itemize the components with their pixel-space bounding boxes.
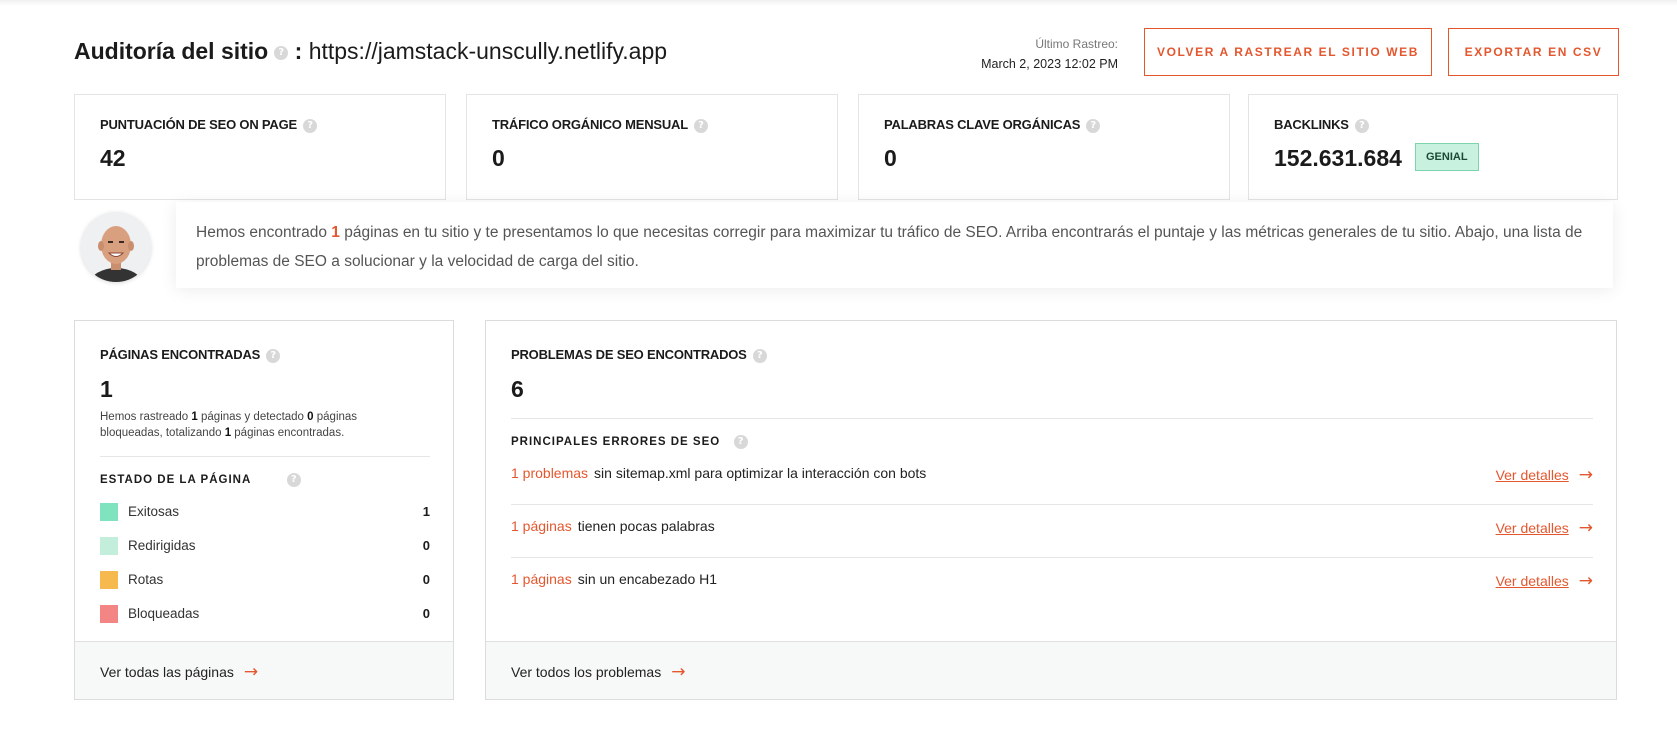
arrow-right-icon: →: [671, 662, 686, 682]
panel-title: PROBLEMAS DE SEO ENCONTRADOS?: [511, 347, 767, 363]
export-csv-button[interactable]: EXPORTAR EN CSV: [1448, 28, 1619, 76]
view-details-link[interactable]: Ver detalles →: [1496, 465, 1593, 485]
recrawl-button[interactable]: VOLVER A RASTREAR EL SITIO WEB: [1144, 28, 1432, 76]
help-icon[interactable]: ?: [752, 348, 767, 363]
view-all-issues-link[interactable]: Ver todos los problemas →: [511, 662, 685, 682]
metric-value: 42: [100, 145, 126, 171]
issue-text: 1 páginas tienen pocas palabras: [511, 518, 715, 534]
status-swatch: [100, 503, 118, 521]
status-count: 0: [422, 606, 430, 621]
arrow-right-icon: →: [1578, 518, 1593, 538]
metric-card-backlinks: BACKLINKS? 152.631.684 GENIAL: [1248, 94, 1618, 200]
title-separator: :: [294, 38, 303, 64]
intro-message: Hemos encontrado 1 páginas en tu sitio y…: [176, 202, 1613, 288]
pages-found-count: 1: [331, 224, 340, 241]
status-count: 0: [422, 538, 430, 553]
help-icon[interactable]: ?: [1354, 118, 1369, 133]
metric-label: PUNTUACIÓN DE SEO ON PAGE?: [100, 117, 318, 133]
help-icon[interactable]: ?: [1086, 118, 1101, 133]
status-row-redirigidas: Redirigidas 0: [100, 535, 430, 555]
status-row-exitosas: Exitosas 1: [100, 501, 430, 521]
metric-card-onpage-score: PUNTUACIÓN DE SEO ON PAGE? 42: [74, 94, 446, 200]
status-badge: GENIAL: [1415, 143, 1479, 171]
audit-header: Auditoría del sitio? : https://jamstack-…: [74, 28, 1619, 78]
view-details-link[interactable]: Ver detalles →: [1496, 518, 1593, 538]
arrow-right-icon: →: [1578, 571, 1593, 591]
divider: [511, 418, 1593, 419]
issue-description: tienen pocas palabras: [577, 518, 715, 534]
view-details-link[interactable]: Ver detalles →: [1496, 571, 1593, 591]
help-icon[interactable]: ?: [287, 473, 302, 487]
panel-title: PÁGINAS ENCONTRADAS?: [100, 347, 281, 363]
page-title-label: Auditoría del sitio: [74, 38, 269, 64]
pages-found-value: 1: [100, 376, 113, 402]
status-swatch: [100, 571, 118, 589]
help-icon[interactable]: ?: [266, 348, 281, 363]
page-title: Auditoría del sitio? : https://jamstack-…: [74, 38, 667, 65]
metric-value: 0: [492, 145, 505, 171]
metric-value: 152.631.684: [1274, 145, 1402, 171]
help-icon[interactable]: ?: [274, 45, 289, 60]
help-icon[interactable]: ?: [693, 118, 708, 133]
status-row-bloqueadas: Bloqueadas 0: [100, 603, 430, 623]
last-crawl: Último Rastreo: March 2, 2023 12:02 PM: [981, 37, 1118, 71]
arrow-right-icon: →: [243, 662, 259, 682]
issue-count: 1 páginas: [511, 571, 572, 587]
issue-description: sin sitemap.xml para optimizar la intera…: [594, 465, 927, 481]
issue-description: sin un encabezado H1: [577, 571, 718, 587]
status-count: 1: [422, 504, 430, 519]
help-icon[interactable]: ?: [303, 118, 318, 133]
site-url: https://jamstack-unscully.netlify.app: [308, 38, 668, 64]
status-swatch: [100, 537, 118, 555]
divider: [100, 456, 430, 457]
panel-footer: Ver todas las páginas →: [75, 641, 453, 699]
intro-text: Hemos encontrado 1 páginas en tu sitio y…: [196, 224, 1583, 270]
issue-count: 1 problemas: [511, 465, 589, 481]
issue-count: 1 páginas: [511, 518, 572, 534]
help-icon[interactable]: ?: [734, 435, 749, 449]
seo-issues-value: 6: [511, 376, 524, 402]
issue-text: 1 problemas sin sitemap.xml para optimiza…: [511, 465, 926, 481]
status-name: Redirigidas: [128, 538, 196, 553]
pages-found-description: Hemos rastreado 1 páginas y detectado 0 …: [100, 411, 358, 439]
avatar-portrait-icon: [81, 212, 151, 282]
divider: [511, 557, 1593, 558]
page-status-title: ESTADO DE LA PÁGINA?: [100, 473, 302, 487]
metric-value: 0: [884, 145, 897, 171]
metric-label: TRÁFICO ORGÁNICO MENSUAL?: [492, 117, 708, 133]
metric-card-organic-traffic: TRÁFICO ORGÁNICO MENSUAL? 0: [466, 94, 838, 200]
seo-issues-panel: PROBLEMAS DE SEO ENCONTRADOS? 6 PRINCIPA…: [485, 320, 1617, 700]
last-crawl-label: Último Rastreo:: [1035, 37, 1118, 51]
issue-text: 1 páginas sin un encabezado H1: [511, 571, 717, 587]
pages-found-panel: PÁGINAS ENCONTRADAS? 1 Hemos rastreado 1…: [74, 320, 454, 700]
last-crawl-date: March 2, 2023 12:02 PM: [981, 57, 1118, 71]
status-name: Bloqueadas: [128, 606, 200, 621]
status-name: Exitosas: [128, 504, 180, 519]
issue-row: 1 páginas sin un encabezado H1 Ver detall…: [511, 565, 1593, 617]
top-shadow: [0, 0, 1677, 6]
status-count: 0: [422, 572, 430, 587]
divider: [511, 504, 1593, 505]
metric-label: PALABRAS CLAVE ORGÁNICAS?: [884, 117, 1101, 133]
status-row-rotas: Rotas 0: [100, 569, 430, 589]
status-name: Rotas: [128, 572, 164, 587]
metric-card-organic-keywords: PALABRAS CLAVE ORGÁNICAS? 0: [858, 94, 1230, 200]
panel-footer: Ver todos los problemas →: [486, 641, 1616, 699]
top-seo-errors-title: PRINCIPALES ERRORES DE SEO?: [511, 435, 749, 449]
view-all-pages-link[interactable]: Ver todas las páginas →: [100, 662, 258, 682]
metric-label: BACKLINKS?: [1274, 117, 1369, 133]
avatar: [81, 212, 151, 282]
status-swatch: [100, 605, 118, 623]
arrow-right-icon: →: [1578, 465, 1593, 485]
